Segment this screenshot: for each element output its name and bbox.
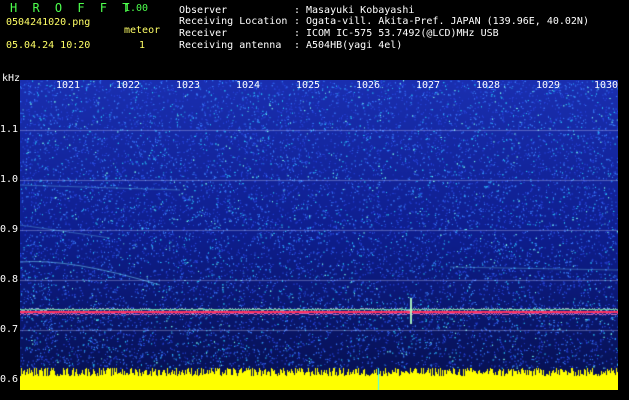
right-margin	[620, 80, 629, 400]
antenna-value: A504HB(yagi 4el)	[306, 40, 403, 51]
receiver-value: ICOM IC-575 53.7492(@LCD)MHz USB	[306, 28, 499, 39]
receiver-label: Receiver	[179, 28, 228, 39]
time-tick-label: 1023	[176, 80, 201, 91]
spectrogram-canvas	[20, 80, 618, 390]
y-tick-label: 0.7	[0, 324, 19, 335]
app-title: H R O F F T	[10, 1, 134, 15]
capture-datetime: 05.04.24 10:20	[6, 40, 91, 51]
receiver-colon: :	[294, 28, 301, 39]
time-tick-label: 1029	[536, 80, 561, 91]
location-label: Receiving Location	[179, 16, 288, 27]
time-tick-label: 1026	[356, 80, 381, 91]
antenna-label: Receiving antenna	[179, 40, 282, 51]
time-tick-label: 1028	[476, 80, 501, 91]
frequency-unit-label: kHz	[2, 73, 21, 84]
y-tick-label: 0.9	[0, 224, 19, 235]
file-name: 0504241020.png	[6, 17, 91, 28]
y-tick-label: 1.0	[0, 174, 19, 185]
location-colon: :	[294, 16, 301, 27]
y-tick-label: 1.1	[0, 124, 19, 135]
time-tick-label: 1021	[56, 80, 81, 91]
time-tick-label: 1025	[296, 80, 321, 91]
antenna-colon: :	[294, 40, 301, 51]
location-value: Ogata-vill. Akita-Pref. JAPAN (139.96E, …	[306, 16, 589, 27]
time-tick-label: 1022	[116, 80, 141, 91]
app-version: 1.00	[124, 3, 149, 14]
y-tick-label: 0.6	[0, 374, 19, 385]
time-tick-label: 1024	[236, 80, 261, 91]
meteor-label: meteor	[124, 25, 161, 36]
y-tick-label: 0.8	[0, 274, 19, 285]
time-tick-label: 1027	[416, 80, 441, 91]
meteor-count: 1	[139, 40, 146, 51]
time-tick-label: 1030	[594, 80, 619, 91]
